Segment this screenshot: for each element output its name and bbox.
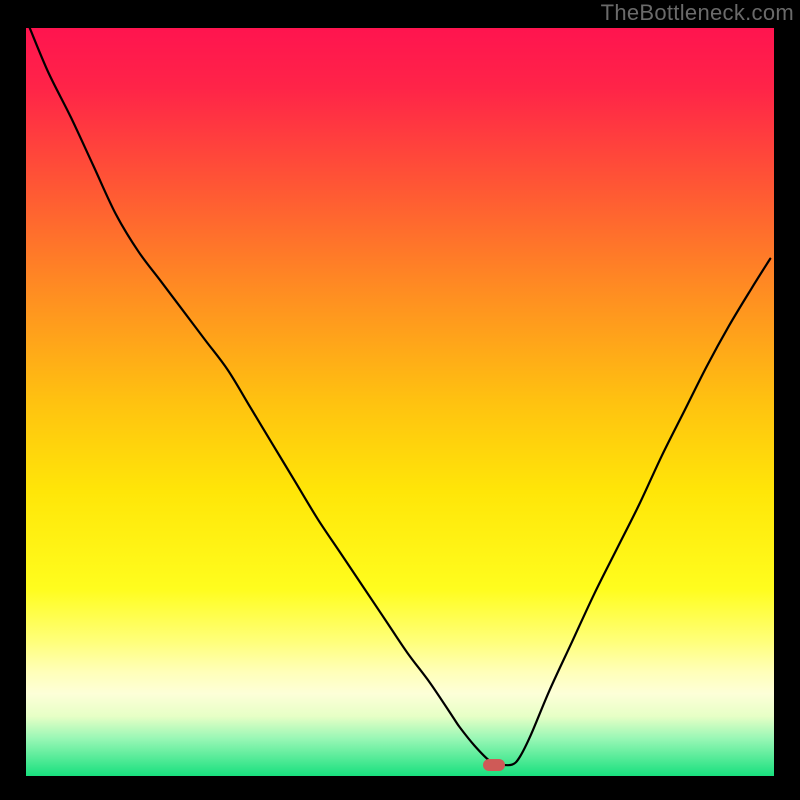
- plot-area: [26, 28, 774, 772]
- curve-line: [26, 28, 774, 772]
- watermark-label: TheBottleneck.com: [601, 0, 794, 26]
- chart-container: TheBottleneck.com: [0, 0, 800, 800]
- minimum-marker: [483, 759, 505, 771]
